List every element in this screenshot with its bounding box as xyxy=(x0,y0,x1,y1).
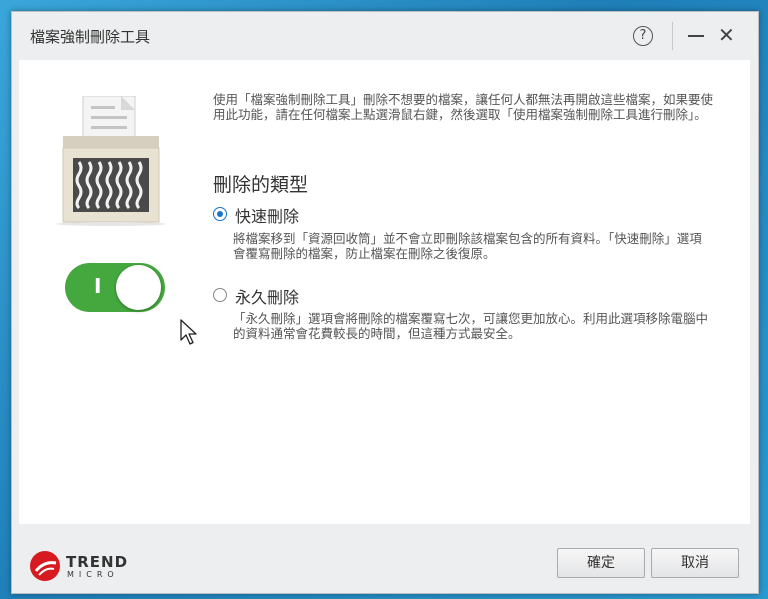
close-button[interactable]: ✕ xyxy=(718,23,735,47)
shredder-dialog: 檔案強制刪除工具 ? ✕ I 使用「檔案強制刪除工具」刪除不想要的檔案，讓任何人… xyxy=(11,11,759,594)
logo-text-trend: TREND xyxy=(66,553,129,571)
quick-delete-description: 將檔案移到「資源回收筒」並不會立即刪除該檔案包含的所有資料。「快速刪除」選項會覆… xyxy=(233,231,702,261)
logo-text-micro: MICRO xyxy=(67,570,119,579)
title-bar: 檔案強制刪除工具 ? ✕ xyxy=(12,12,758,60)
cancel-button[interactable]: 取消 xyxy=(651,548,739,578)
dialog-footer: TREND MICRO 確定 取消 xyxy=(12,526,758,593)
quick-delete-label[interactable]: 快速刪除 xyxy=(235,203,299,227)
permanent-delete-radio[interactable] xyxy=(213,288,227,302)
shredder-toggle-switch[interactable]: I xyxy=(65,263,165,312)
help-button[interactable]: ? xyxy=(633,26,653,46)
trend-micro-logo: TREND MICRO xyxy=(30,551,130,583)
ok-button[interactable]: 確定 xyxy=(557,548,645,578)
permanent-delete-description: 「永久刪除」選項會將刪除的檔案覆寫七次，可讓您更加放心。利用此選項移除電腦中的資… xyxy=(233,311,709,341)
titlebar-separator xyxy=(672,22,673,50)
shredder-icon xyxy=(56,96,166,226)
delete-type-heading: 刪除的類型 xyxy=(213,174,309,196)
trend-micro-ball-icon xyxy=(30,551,60,581)
main-panel: I 使用「檔案強制刪除工具」刪除不想要的檔案，讓任何人都無法再開啟這些檔案，如果… xyxy=(19,60,750,524)
quick-delete-radio[interactable] xyxy=(213,207,227,221)
minimize-button[interactable] xyxy=(688,35,704,37)
toggle-on-label: I xyxy=(94,274,102,298)
toggle-knob[interactable] xyxy=(116,265,161,310)
permanent-delete-label[interactable]: 永久刪除 xyxy=(235,284,299,308)
mouse-pointer-icon xyxy=(180,319,197,345)
window-title: 檔案強制刪除工具 xyxy=(30,28,151,46)
feature-description: 使用「檔案強制刪除工具」刪除不想要的檔案，讓任何人都無法再開啟這些檔案，如果要使… xyxy=(213,92,714,122)
